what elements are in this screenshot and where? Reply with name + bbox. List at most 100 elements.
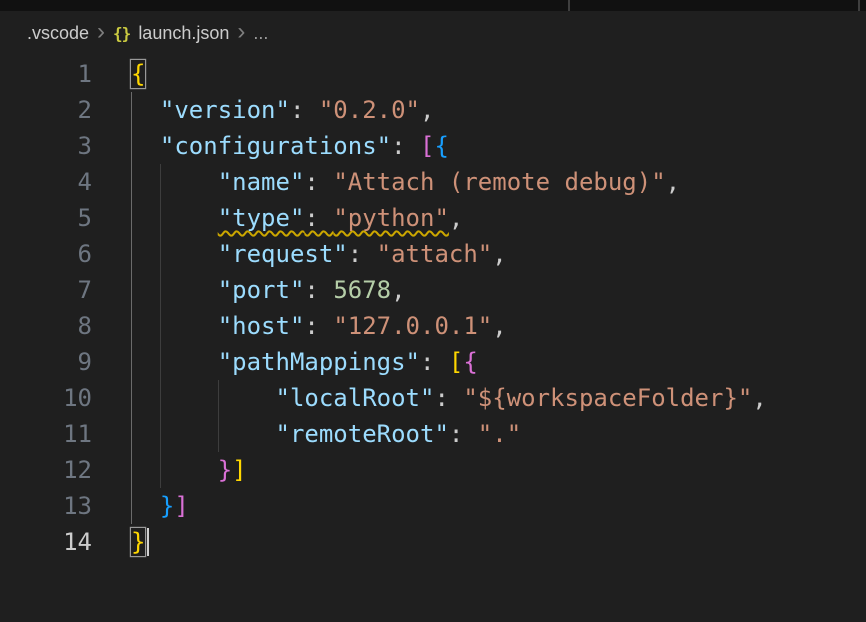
code-line: 13 }] xyxy=(0,488,866,524)
code-line: 4 "name": "Attach (remote debug)", xyxy=(0,164,866,200)
code-line: 3 "configurations": [{ xyxy=(0,128,866,164)
code-text[interactable]: "type": "python", xyxy=(92,200,463,236)
code-text[interactable]: { xyxy=(92,56,145,92)
code-token: , xyxy=(666,168,680,196)
code-text[interactable]: }] xyxy=(92,488,189,524)
line-number[interactable]: 6 xyxy=(0,236,92,272)
code-token: , xyxy=(492,312,506,340)
code-text[interactable]: "name": "Attach (remote debug)", xyxy=(92,164,680,200)
chevron-right-icon: › xyxy=(237,23,245,41)
code-token xyxy=(131,384,276,412)
code-token: : xyxy=(304,168,333,196)
code-text[interactable]: "version": "0.2.0", xyxy=(92,92,434,128)
line-number[interactable]: 8 xyxy=(0,308,92,344)
code-token: "0.2.0" xyxy=(319,96,420,124)
code-token: [ xyxy=(420,132,434,160)
code-token xyxy=(131,492,160,520)
code-token: : xyxy=(304,204,333,232)
code-token: { xyxy=(463,348,477,376)
code-token xyxy=(131,132,160,160)
code-line: 6 "request": "attach", xyxy=(0,236,866,272)
code-token xyxy=(131,312,218,340)
code-token: } xyxy=(218,456,232,484)
line-number[interactable]: 2 xyxy=(0,92,92,128)
code-token: , xyxy=(391,276,405,304)
code-text[interactable]: "pathMappings": [{ xyxy=(92,344,478,380)
breadcrumb-item-more[interactable]: ... xyxy=(253,23,268,44)
breadcrumb-item-vscode[interactable]: .vscode xyxy=(27,23,89,44)
line-number[interactable]: 1 xyxy=(0,56,92,92)
code-token: "host" xyxy=(218,312,305,340)
code-token xyxy=(131,240,218,268)
code-line: 2 "version": "0.2.0", xyxy=(0,92,866,128)
code-line: 7 "port": 5678, xyxy=(0,272,866,308)
code-token: , xyxy=(449,204,463,232)
matched-bracket: { xyxy=(131,60,145,88)
code-token: [ xyxy=(449,348,463,376)
code-token: "attach" xyxy=(377,240,493,268)
code-token: "python" xyxy=(333,204,449,232)
code-text[interactable]: "port": 5678, xyxy=(92,272,406,308)
line-number[interactable]: 12 xyxy=(0,452,92,488)
code-token: "." xyxy=(478,420,521,448)
code-token: "type" xyxy=(218,204,305,232)
code-token: , xyxy=(420,96,434,124)
code-token xyxy=(131,348,218,376)
code-token xyxy=(131,420,276,448)
code-token: : xyxy=(434,384,463,412)
code-token xyxy=(131,276,218,304)
text-cursor xyxy=(147,528,149,556)
code-text[interactable]: "localRoot": "${workspaceFolder}", xyxy=(92,380,767,416)
code-token xyxy=(131,204,218,232)
line-number[interactable]: 4 xyxy=(0,164,92,200)
tab-divider xyxy=(858,0,860,11)
line-number[interactable]: 13 xyxy=(0,488,92,524)
json-braces-icon: {} xyxy=(113,24,130,43)
code-token: : xyxy=(304,276,333,304)
line-number[interactable]: 5 xyxy=(0,200,92,236)
code-text[interactable]: }] xyxy=(92,452,247,488)
code-token: "request" xyxy=(218,240,348,268)
tab-bar xyxy=(0,0,866,11)
code-token: ] xyxy=(232,456,246,484)
line-number[interactable]: 9 xyxy=(0,344,92,380)
code-line: 8 "host": "127.0.0.1", xyxy=(0,308,866,344)
chevron-right-icon: › xyxy=(97,23,105,41)
code-token: : xyxy=(290,96,319,124)
code-token: : xyxy=(391,132,420,160)
code-token: "${workspaceFolder}" xyxy=(463,384,752,412)
code-token xyxy=(131,456,218,484)
breadcrumb-item-launch-json[interactable]: launch.json xyxy=(138,23,229,44)
code-line: 12 }] xyxy=(0,452,866,488)
line-number[interactable]: 11 xyxy=(0,416,92,452)
code-text[interactable]: "host": "127.0.0.1", xyxy=(92,308,507,344)
vscode-window: .vscode › {} launch.json › ... 1{2 "vers… xyxy=(0,0,866,622)
code-token: : xyxy=(348,240,377,268)
code-text[interactable]: } xyxy=(92,524,149,560)
code-line: 9 "pathMappings": [{ xyxy=(0,344,866,380)
code-token: : xyxy=(449,420,478,448)
breadcrumb: .vscode › {} launch.json › ... xyxy=(0,11,866,56)
code-text[interactable]: "request": "attach", xyxy=(92,236,507,272)
code-token: 5678 xyxy=(333,276,391,304)
line-number[interactable]: 3 xyxy=(0,128,92,164)
code-token: : xyxy=(420,348,449,376)
code-token: "name" xyxy=(218,168,305,196)
code-line: 1{ xyxy=(0,56,866,92)
code-token: { xyxy=(434,132,448,160)
line-number[interactable]: 10 xyxy=(0,380,92,416)
code-token: "127.0.0.1" xyxy=(333,312,492,340)
code-lines: 1{2 "version": "0.2.0",3 "configurations… xyxy=(0,56,866,560)
code-text[interactable]: "configurations": [{ xyxy=(92,128,449,164)
code-line: 10 "localRoot": "${workspaceFolder}", xyxy=(0,380,866,416)
code-token: ] xyxy=(174,492,188,520)
code-token: "Attach (remote debug)" xyxy=(333,168,665,196)
code-token: , xyxy=(492,240,506,268)
line-number[interactable]: 14 xyxy=(0,524,92,560)
code-token: "pathMappings" xyxy=(218,348,420,376)
tab-divider xyxy=(568,0,570,11)
line-number[interactable]: 7 xyxy=(0,272,92,308)
code-text[interactable]: "remoteRoot": "." xyxy=(92,416,521,452)
code-token: "configurations" xyxy=(160,132,391,160)
code-line: 14} xyxy=(0,524,866,560)
